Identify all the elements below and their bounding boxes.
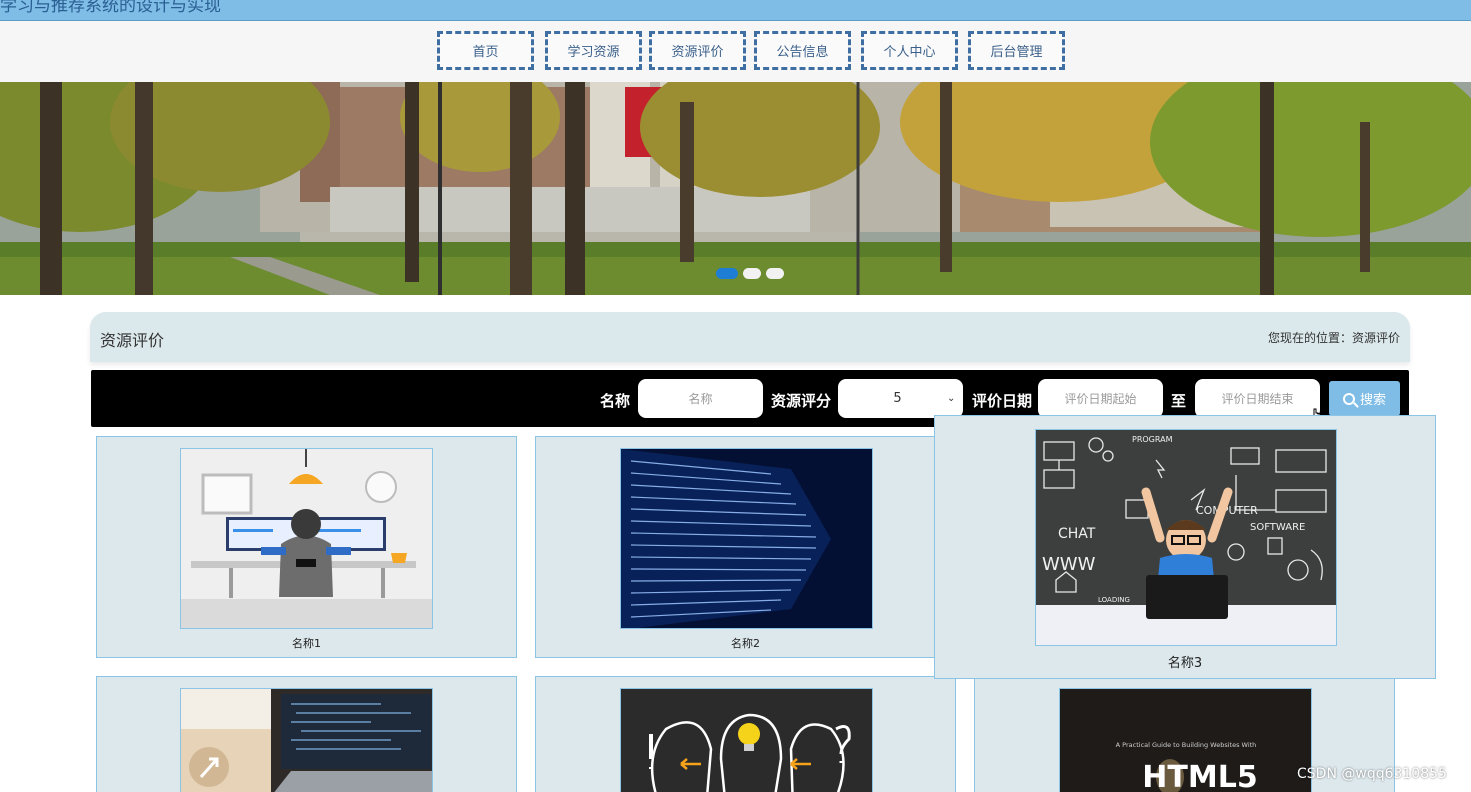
nav-item-announcements[interactable]: 公告信息 (754, 31, 851, 70)
resource-card-3[interactable]: PROGRAM CHAT WWW COMPUTER SOFTWARE LOADI… (934, 415, 1436, 679)
card-image-html5-book: A Practical Guide to Building Websites W… (1059, 688, 1312, 792)
chalk-word-software: SOFTWARE (1250, 522, 1305, 533)
breadcrumb: 您现在的位置： 资源评价 (1268, 329, 1400, 346)
chalk-word-chat: CHAT (1058, 526, 1096, 542)
carousel-dot-3[interactable] (766, 268, 784, 279)
chevron-down-icon: ⌄ (947, 393, 956, 404)
nav-item-learning-resources[interactable]: 学习资源 (545, 31, 642, 70)
chalk-word-loading: LOADING (1098, 596, 1130, 604)
resource-card-5[interactable] (535, 676, 956, 792)
date-separator: 至 (1171, 392, 1187, 410)
card-name[interactable]: 名称1 (97, 635, 516, 651)
breadcrumb-prefix: 您现在的位置： (1267, 331, 1352, 345)
search-button[interactable]: 搜索 (1329, 381, 1400, 416)
score-select[interactable]: 5 ⌄ (838, 379, 963, 418)
nav-item-personal-center[interactable]: 个人中心 (861, 31, 958, 70)
card-image-office-desk (180, 448, 433, 629)
site-title: 学习与推荐系统的设计与实现 (0, 0, 221, 16)
nav-item-resource-reviews[interactable]: 资源评价 (649, 31, 746, 70)
section-header: 资源评价 您现在的位置： 资源评价 (90, 312, 1410, 362)
resource-card-1[interactable]: 名称1 (96, 436, 517, 658)
title-bar: 学习与推荐系统的设计与实现 (0, 0, 1471, 21)
score-label: 资源评分 (771, 392, 832, 410)
card-image-kid-chalkboard: PROGRAM CHAT WWW COMPUTER SOFTWARE LOADI… (1035, 429, 1337, 646)
score-select-value: 5 (893, 391, 902, 406)
name-label: 名称 (600, 392, 631, 410)
name-input[interactable] (638, 379, 763, 418)
nav-item-admin[interactable]: 后台管理 (968, 31, 1065, 70)
card-name[interactable]: 名称3 (935, 652, 1435, 671)
book-subtitle-text: A Practical Guide to Building Websites W… (1116, 741, 1257, 749)
card-image-code-wall (620, 448, 873, 629)
search-icon (1342, 392, 1355, 405)
card-image-laptop-code (180, 688, 433, 792)
chalk-word-program: PROGRAM (1132, 435, 1173, 444)
card-name[interactable]: 名称2 (536, 635, 955, 651)
watermark-text: CSDN @wqq6310855 (1297, 766, 1447, 782)
breadcrumb-current[interactable]: 资源评价 (1352, 329, 1400, 346)
main-nav: 首页 学习资源 资源评价 公告信息 个人中心 后台管理 (0, 21, 1471, 82)
resource-card-4[interactable] (96, 676, 517, 792)
hero-banner[interactable] (0, 82, 1471, 295)
chalk-word-www: WWW (1042, 554, 1096, 575)
nav-item-home[interactable]: 首页 (437, 31, 534, 70)
campus-banner-image (0, 82, 1471, 295)
date-start-input[interactable] (1038, 379, 1163, 418)
carousel-dot-2[interactable] (743, 268, 761, 279)
date-end-input[interactable] (1195, 379, 1320, 418)
resource-card-2[interactable]: 名称2 (535, 436, 956, 658)
book-title-text: HTML5 (1142, 760, 1257, 792)
card-image-lightbulb-heads (620, 688, 873, 792)
page: 学习与推荐系统的设计与实现 首页 学习资源 资源评价 公告信息 个人中心 后台管… (0, 0, 1471, 792)
section-title: 资源评价 (100, 331, 165, 350)
date-label: 评价日期 (972, 392, 1033, 410)
search-button-label: 搜索 (1359, 393, 1386, 408)
carousel-dot-1-active[interactable] (716, 268, 738, 279)
